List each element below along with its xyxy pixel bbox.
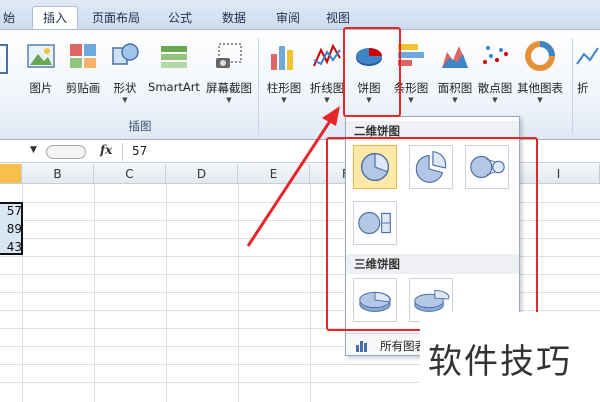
- watermark: 软件技巧: [420, 312, 600, 402]
- excel-window: 始 插入 页面布局 公式 数据 审阅 视图 图片 剪贴画 形状 ▼ SmartA…: [0, 0, 600, 402]
- watermark-text: 软件技巧: [428, 342, 572, 382]
